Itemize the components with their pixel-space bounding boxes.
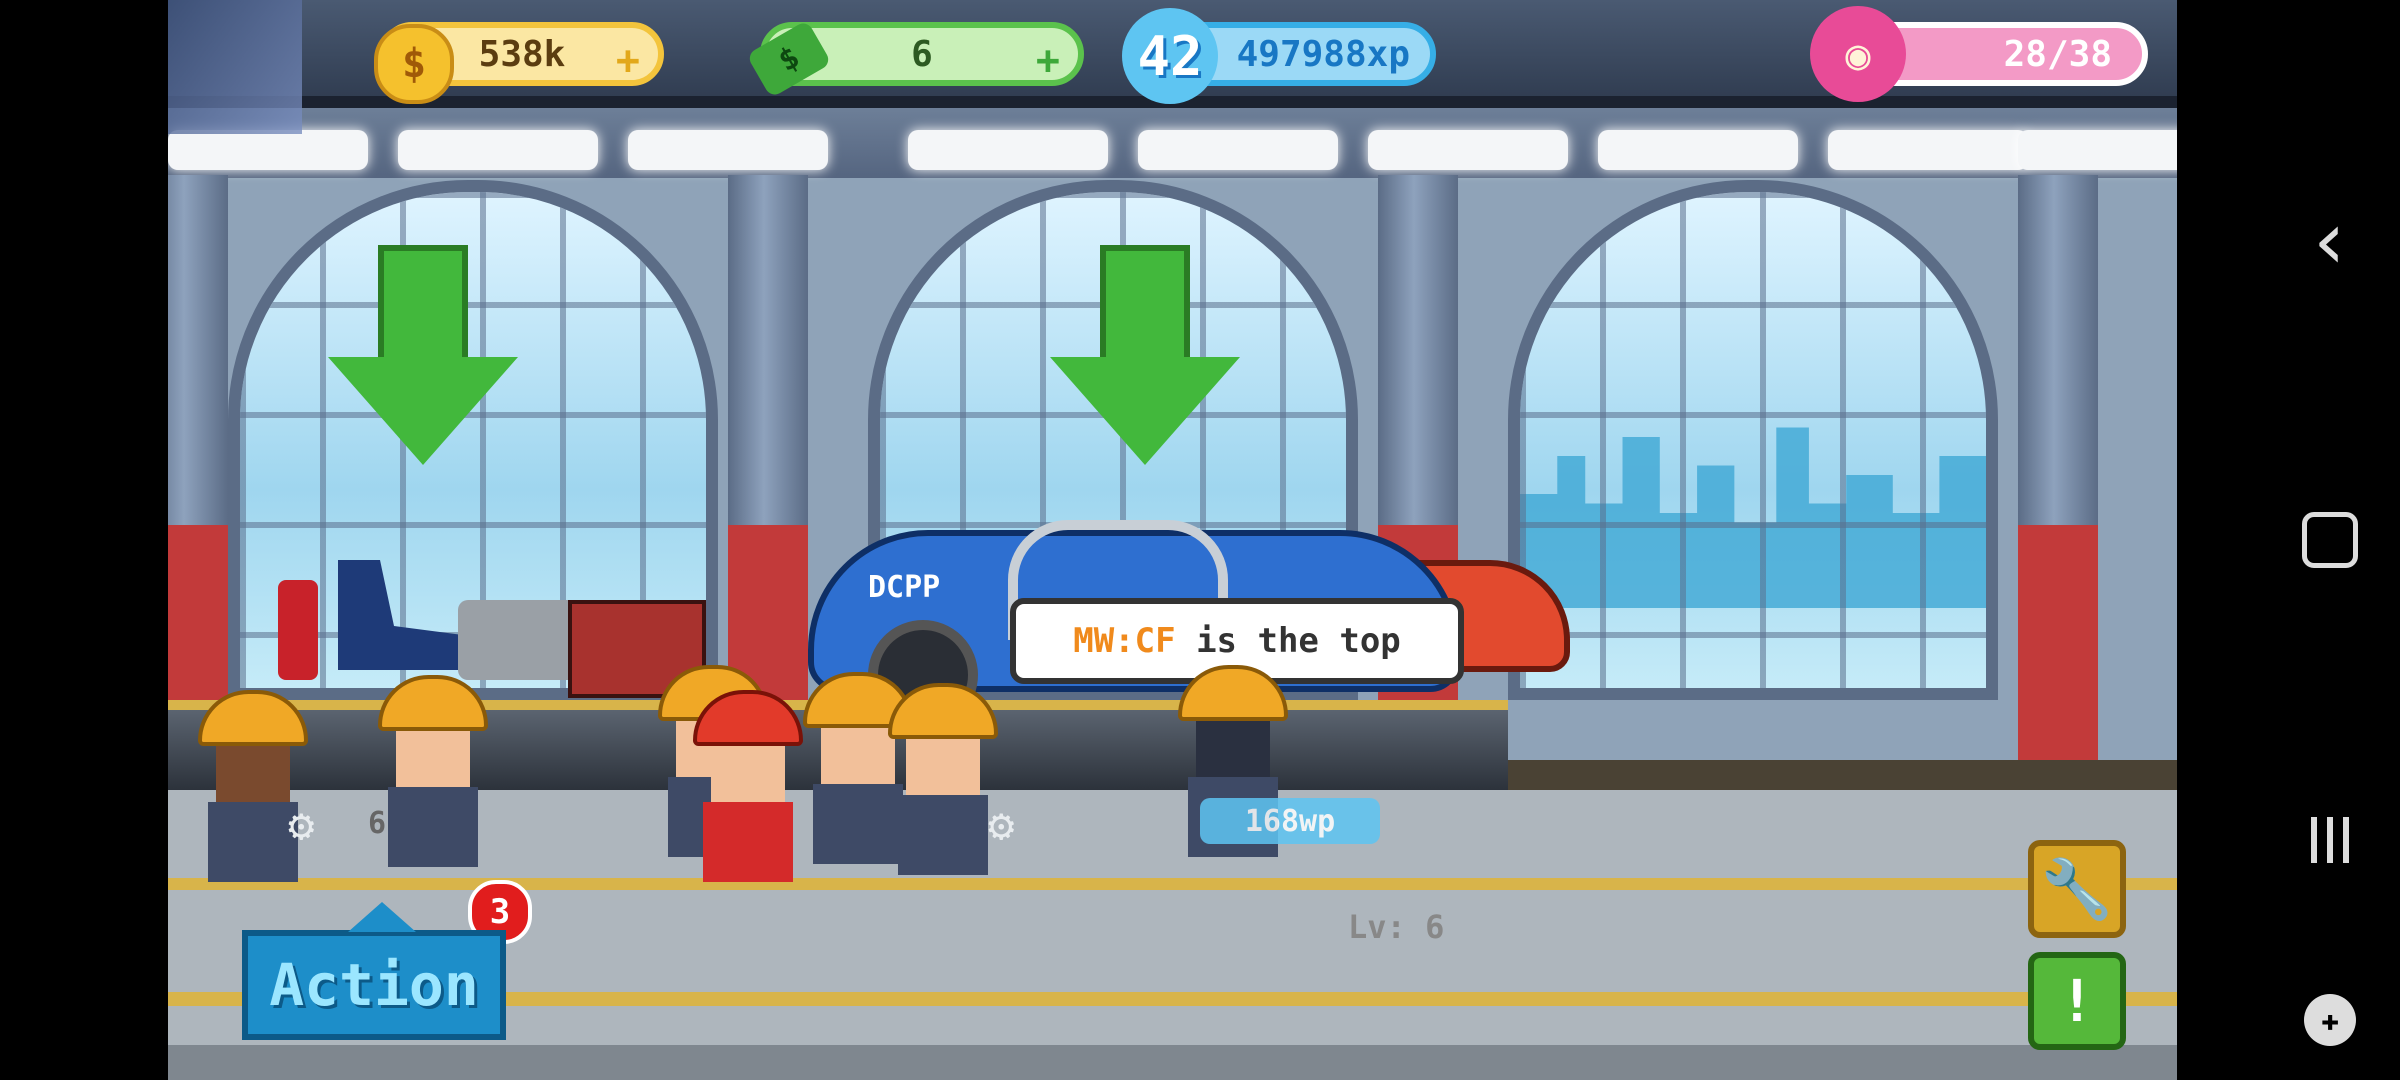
pillar: [2018, 175, 2098, 765]
donut-value: 28/38: [2003, 33, 2112, 75]
recents-nav-icon[interactable]: [2290, 800, 2370, 880]
game-screen: DCPP MW:CF is the top ⚙ ⚙ 6 168wp Lv: 6 …: [168, 0, 2177, 1080]
ceiling-lamp: [1598, 130, 1798, 170]
worker-stat-label: 6: [368, 806, 387, 841]
action-button-label: Action: [269, 951, 479, 1019]
wrench-icon: 🔧: [2040, 854, 2114, 923]
manager-worker[interactable]: [693, 690, 803, 890]
mechanic-worker[interactable]: [888, 683, 998, 883]
donut-icon: ◉: [1810, 6, 1906, 102]
car-livery-text: DCPP: [868, 570, 941, 605]
player-level-badge: 42: [1122, 8, 1218, 104]
speech-text: is the top: [1175, 621, 1401, 661]
coins-value: 538k: [478, 33, 566, 75]
ceiling-lamp: [398, 130, 598, 170]
cash-counter[interactable]: $ 6 +: [746, 19, 1084, 99]
wrench-button[interactable]: 🔧: [2028, 840, 2126, 938]
drop-here-arrow-icon[interactable]: [1050, 245, 1240, 465]
gear-icon: ⚙: [288, 800, 315, 851]
drop-here-arrow-icon[interactable]: [328, 245, 518, 465]
back-nav-icon[interactable]: ‹: [2290, 194, 2370, 287]
speech-highlight: MW:CF: [1073, 621, 1176, 661]
conveyor-track: [1508, 760, 2177, 790]
ceiling-lamp: [908, 130, 1108, 170]
ceiling-lamp: [2018, 130, 2177, 170]
gear-icon: ⚙: [988, 800, 1015, 851]
dollar-coin-icon: $: [374, 24, 454, 104]
home-nav-icon[interactable]: [2290, 500, 2370, 580]
ceiling-lamp: [1138, 130, 1338, 170]
add-cash-icon[interactable]: +: [1036, 38, 1060, 84]
ceiling-lamp: [1828, 130, 2028, 170]
mechanic-worker[interactable]: [378, 675, 488, 875]
xp-counter[interactable]: 42 497988xp: [1122, 8, 1436, 104]
alert-icon: !: [2059, 967, 2095, 1035]
fire-extinguisher: [278, 580, 318, 680]
alert-button[interactable]: !: [2028, 952, 2126, 1050]
coins-counter[interactable]: $ 538k +: [374, 22, 664, 104]
garage-window: [1508, 180, 1998, 700]
worker-xp-label: 168wp: [1200, 798, 1380, 844]
cash-value: 6: [911, 33, 933, 75]
xp-value: 497988xp: [1236, 33, 1410, 75]
worker-level-label: Lv: 6: [1348, 908, 1445, 946]
action-button[interactable]: Action: [242, 902, 506, 1040]
ceiling-lamp: [628, 130, 828, 170]
add-coins-icon[interactable]: +: [616, 38, 640, 84]
ceiling-lamp: [1368, 130, 1568, 170]
player-avatar[interactable]: [168, 0, 302, 134]
donut-counter[interactable]: ◉ 28/38: [1810, 6, 2148, 102]
game-controller-icon[interactable]: ✚: [2290, 980, 2370, 1060]
ceiling-lamp: [168, 130, 368, 170]
pillar: [168, 175, 228, 765]
mechanic-worker[interactable]: [198, 690, 308, 890]
